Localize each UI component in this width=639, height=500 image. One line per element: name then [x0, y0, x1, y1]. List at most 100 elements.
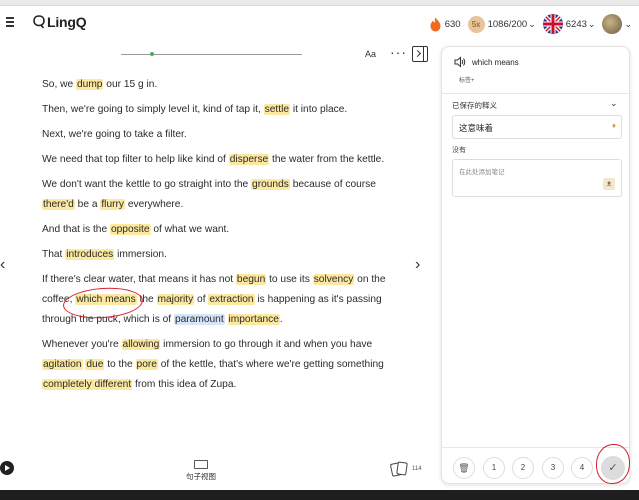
cards-count: 114	[412, 466, 422, 472]
mark-known-check-icon[interactable]: ✓	[601, 456, 625, 480]
lesson-text-segment[interactable]: immersion.	[114, 249, 167, 260]
lingq-word[interactable]: dump	[75, 79, 104, 90]
lesson-text-segment[interactable]: to use its	[266, 274, 312, 285]
lingq-word[interactable]: allowing	[121, 339, 161, 350]
panel-header: which means 标签+	[442, 47, 629, 91]
next-page-icon[interactable]: ›	[415, 256, 420, 274]
panel-divider	[442, 93, 629, 94]
known-words-count[interactable]: 6243	[566, 19, 587, 30]
selected-term: which means	[472, 58, 519, 67]
lingq-word[interactable]: solvency	[312, 274, 355, 285]
level-3-button[interactable]: 3	[542, 457, 564, 479]
selected-phrase[interactable]: which means	[62, 285, 145, 321]
lingq-word[interactable]: agitation	[42, 359, 83, 370]
lingq-word[interactable]: opposite	[109, 224, 151, 235]
cards-icon	[389, 461, 409, 477]
lesson-text-segment[interactable]: to the	[104, 359, 135, 370]
trash-icon[interactable]: 🗑	[453, 457, 475, 479]
sentence-view-icon	[194, 460, 208, 469]
more-options-button[interactable]: ···	[390, 44, 407, 60]
meaning-text[interactable]: 这意味着	[459, 122, 493, 134]
previous-page-icon[interactable]: ‹	[0, 256, 5, 274]
meaning-field[interactable]: 这意味着 ♦	[452, 115, 622, 139]
video-play-icon[interactable]	[0, 461, 14, 475]
lightbulb-icon[interactable]: ♦	[612, 121, 616, 130]
lesson-text-segment[interactable]: from this idea of Zupa.	[132, 379, 236, 390]
notes-field[interactable]: 在此处添加笔记 ᴥ	[452, 159, 622, 197]
daily-progress[interactable]: 1086/200	[488, 19, 528, 30]
user-stats: 630 5x 1086/200 ⌄ 6243 ⌄ ⌄	[429, 13, 639, 35]
lesson-text-segment[interactable]: of what we want.	[151, 224, 229, 235]
lesson-text-segment[interactable]: Next, we're going to take a filter.	[42, 129, 187, 140]
lingq-word[interactable]: disperse	[228, 154, 270, 165]
lingq-word[interactable]: majority	[156, 294, 195, 305]
lesson-text-segment[interactable]: If there's clear water, that means it ha…	[42, 274, 236, 285]
lesson-text-segment[interactable]: because of course	[290, 179, 376, 190]
word-detail-panel: which means 标签+ 已保存的释义 ⌄ 这意味着 ♦ 没有 在此处添加…	[441, 46, 630, 484]
lesson-text-segment[interactable]: the	[137, 294, 157, 305]
lingq-word[interactable]: begun	[235, 274, 267, 285]
lesson-text-segment[interactable]: everywhere.	[125, 199, 184, 210]
lingq-word[interactable]: extraction	[208, 294, 255, 305]
menu-icon[interactable]	[6, 17, 14, 27]
lesson-paragraph: We don't want the kettle to go straight …	[42, 175, 397, 215]
sentence-view-label: 句子视图	[186, 472, 216, 481]
lesson-text-segment[interactable]: it into place.	[290, 104, 347, 115]
lesson-text-segment[interactable]: immersion to go through it and when you …	[160, 339, 372, 350]
lesson-text-segment[interactable]: We need that top filter to help like kin…	[42, 154, 229, 165]
lesson-paragraph: We need that top filter to help like kin…	[42, 150, 397, 170]
lesson-text-segment[interactable]: the water from the kettle.	[269, 154, 384, 165]
lingq-word[interactable]: grounds	[251, 179, 290, 190]
lesson-text-segment[interactable]: Whenever you're	[42, 339, 122, 350]
level-1-button[interactable]: 1	[483, 457, 505, 479]
lesson-text-segment[interactable]: That	[42, 249, 65, 260]
lesson-text-segment[interactable]: .	[280, 314, 283, 325]
lesson-progress-track[interactable]	[121, 54, 302, 55]
lingq-word[interactable]: there'd	[42, 199, 75, 210]
lingq-word[interactable]: importance	[227, 314, 280, 325]
level-2-button[interactable]: 2	[512, 457, 534, 479]
sidebar-toggle-icon[interactable]	[412, 46, 428, 62]
lingq-word[interactable]: introduces	[65, 249, 115, 260]
notes-placeholder[interactable]: 在此处添加笔记	[459, 166, 505, 176]
lesson-text-segment[interactable]: Then, we're going to simply level it, ki…	[42, 104, 264, 115]
lingq-word[interactable]: due	[85, 359, 105, 370]
flashcards-button[interactable]: 114	[389, 461, 422, 477]
lesson-text-segment[interactable]: And that is the	[42, 224, 110, 235]
saved-meanings-label[interactable]: 已保存的释义	[452, 100, 497, 111]
streak-count[interactable]: 630	[445, 19, 461, 30]
os-taskbar	[0, 490, 639, 500]
lesson-text-segment[interactable]: be a	[75, 199, 101, 210]
none-label: 没有	[452, 147, 466, 154]
lesson-paragraph: Next, we're going to take a filter.	[42, 125, 397, 145]
lingq-word[interactable]: completely different	[42, 379, 133, 390]
lesson-text: So, we dump our 15 g in. Then, we're goin…	[42, 75, 397, 400]
lesson-text-segment[interactable]: We don't want the kettle to go straight …	[42, 179, 251, 190]
lesson-text-segment[interactable]: our 15 g in.	[103, 79, 157, 90]
app-logo[interactable]: LingQ	[33, 14, 87, 30]
level-4-button[interactable]: 4	[571, 457, 593, 479]
chevron-down-icon[interactable]: ⌄	[624, 19, 632, 30]
lingq-logo-icon	[33, 15, 45, 29]
lingq-word[interactable]: settle	[263, 104, 291, 115]
chevron-down-icon[interactable]: ⌄	[588, 19, 596, 30]
user-avatar-icon[interactable]	[602, 14, 623, 34]
chevron-down-icon[interactable]: ⌄	[610, 98, 618, 109]
lingq-word[interactable]: pore	[135, 359, 158, 370]
lesson-progress-marker[interactable]	[149, 52, 154, 56]
cat-emoji-icon[interactable]: ᴥ	[603, 178, 615, 190]
lesson-paragraph: That introduces immersion.	[42, 245, 397, 265]
speaker-icon[interactable]	[454, 56, 466, 68]
lesson-paragraph: Whenever you're allowing immersion to go…	[42, 335, 397, 395]
sentence-view-button[interactable]: 句子视图	[186, 460, 216, 482]
known-lingq-word[interactable]: paramount	[173, 314, 225, 325]
lesson-text-segment[interactable]: So, we	[42, 79, 76, 90]
coin-multiplier-badge[interactable]: 5x	[467, 15, 485, 33]
add-tag-button[interactable]: 标签+	[459, 75, 475, 84]
chevron-down-icon[interactable]: ⌄	[528, 19, 536, 30]
font-settings-button[interactable]: Aa	[365, 49, 376, 59]
lesson-text-segment[interactable]: of the kettle, that's where we're gettin…	[158, 359, 384, 370]
uk-flag-icon[interactable]	[542, 14, 563, 34]
lesson-text-segment[interactable]: of	[194, 294, 208, 305]
lingq-word[interactable]: flurry	[100, 199, 125, 210]
